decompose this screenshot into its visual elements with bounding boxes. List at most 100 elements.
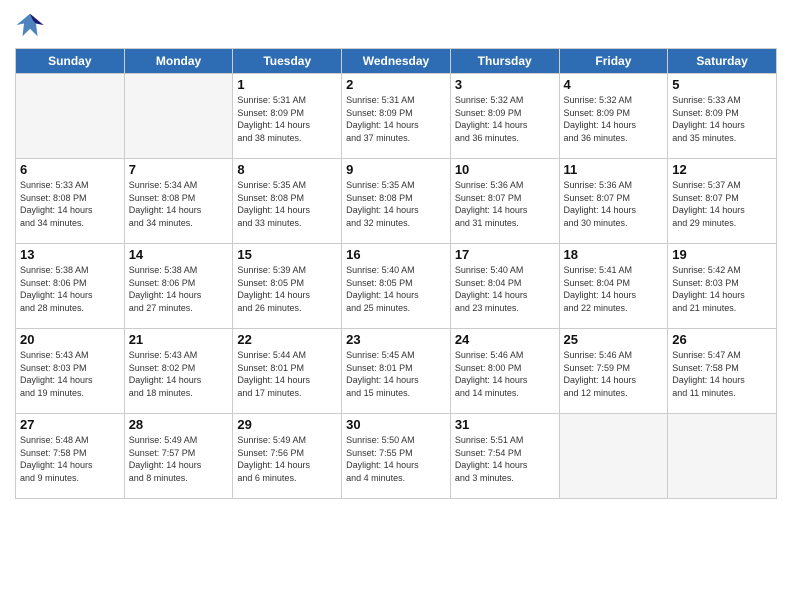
week-row-5: 27 Sunrise: 5:48 AM Sunset: 7:58 PM Dayli… [16, 414, 777, 499]
calendar-cell: 9Sunrise: 5:35 AM Sunset: 8:08 PM Daylig… [342, 159, 451, 244]
day-info: Sunrise: 5:46 AM Sunset: 7:59 PM Dayligh… [564, 349, 664, 399]
day-number: 4 [564, 77, 664, 92]
day-info: Sunrise: 5:43 AM Sunset: 8:03 PM Dayligh… [20, 349, 120, 399]
calendar-cell: 3 Sunrise: 5:32 AM Sunset: 8:09 PM Daylig… [450, 74, 559, 159]
day-number: 11 [564, 162, 664, 177]
day-number: 14 [129, 247, 229, 262]
calendar-cell: 17 Sunrise: 5:40 AM Sunset: 8:04 PM Dayli… [450, 244, 559, 329]
day-info: Sunrise: 5:31 AM Sunset: 8:09 PM Dayligh… [346, 94, 446, 144]
calendar-cell: 19 Sunrise: 5:42 AM Sunset: 8:03 PM Dayli… [668, 244, 777, 329]
day-info: Sunrise: 5:36 AM Sunset: 8:07 PM Dayligh… [455, 179, 555, 229]
day-number: 7 [129, 162, 229, 177]
logo-icon [15, 10, 45, 40]
day-number: 13 [20, 247, 120, 262]
day-number: 20 [20, 332, 120, 347]
calendar-cell: 15 Sunrise: 5:39 AM Sunset: 8:05 PM Dayli… [233, 244, 342, 329]
day-info: Sunrise: 5:46 AM Sunset: 8:00 PM Dayligh… [455, 349, 555, 399]
calendar-cell: 5 Sunrise: 5:33 AM Sunset: 8:09 PM Daylig… [668, 74, 777, 159]
calendar-cell [124, 74, 233, 159]
day-info: Sunrise: 5:43 AM Sunset: 8:02 PM Dayligh… [129, 349, 229, 399]
calendar-cell: 8Sunrise: 5:35 AM Sunset: 8:08 PM Daylig… [233, 159, 342, 244]
calendar-cell: 30 Sunrise: 5:50 AM Sunset: 7:55 PM Dayli… [342, 414, 451, 499]
calendar-table: SundayMondayTuesdayWednesdayThursdayFrid… [15, 48, 777, 499]
day-info: Sunrise: 5:31 AM Sunset: 8:09 PM Dayligh… [237, 94, 337, 144]
page-container: SundayMondayTuesdayWednesdayThursdayFrid… [0, 0, 792, 509]
calendar-cell: 1 Sunrise: 5:31 AM Sunset: 8:09 PM Daylig… [233, 74, 342, 159]
week-row-3: 13 Sunrise: 5:38 AM Sunset: 8:06 PM Dayli… [16, 244, 777, 329]
calendar-cell: 29 Sunrise: 5:49 AM Sunset: 7:56 PM Dayli… [233, 414, 342, 499]
calendar-cell: 13Sunrise: 5:38 AM Sunset: 8:06 PM Dayli… [16, 244, 125, 329]
calendar-cell: 28 Sunrise: 5:49 AM Sunset: 7:57 PM Dayli… [124, 414, 233, 499]
day-number: 5 [672, 77, 772, 92]
day-info: Sunrise: 5:45 AM Sunset: 8:01 PM Dayligh… [346, 349, 446, 399]
day-number: 17 [455, 247, 555, 262]
calendar-cell: 23 Sunrise: 5:45 AM Sunset: 8:01 PM Dayli… [342, 329, 451, 414]
calendar-cell: 2 Sunrise: 5:31 AM Sunset: 8:09 PM Daylig… [342, 74, 451, 159]
day-number: 18 [564, 247, 664, 262]
day-info: Sunrise: 5:49 AM Sunset: 7:56 PM Dayligh… [237, 434, 337, 484]
calendar-cell: 31Sunrise: 5:51 AM Sunset: 7:54 PM Dayli… [450, 414, 559, 499]
day-number: 28 [129, 417, 229, 432]
day-number: 22 [237, 332, 337, 347]
col-header-saturday: Saturday [668, 49, 777, 74]
col-header-friday: Friday [559, 49, 668, 74]
calendar-cell: 12Sunrise: 5:37 AM Sunset: 8:07 PM Dayli… [668, 159, 777, 244]
day-info: Sunrise: 5:32 AM Sunset: 8:09 PM Dayligh… [455, 94, 555, 144]
day-number: 23 [346, 332, 446, 347]
day-info: Sunrise: 5:40 AM Sunset: 8:05 PM Dayligh… [346, 264, 446, 314]
day-number: 31 [455, 417, 555, 432]
day-info: Sunrise: 5:48 AM Sunset: 7:58 PM Dayligh… [20, 434, 120, 484]
calendar-cell: 16 Sunrise: 5:40 AM Sunset: 8:05 PM Dayli… [342, 244, 451, 329]
day-number: 19 [672, 247, 772, 262]
day-info: Sunrise: 5:50 AM Sunset: 7:55 PM Dayligh… [346, 434, 446, 484]
day-info: Sunrise: 5:44 AM Sunset: 8:01 PM Dayligh… [237, 349, 337, 399]
col-header-monday: Monday [124, 49, 233, 74]
day-info: Sunrise: 5:49 AM Sunset: 7:57 PM Dayligh… [129, 434, 229, 484]
calendar-cell: 24 Sunrise: 5:46 AM Sunset: 8:00 PM Dayli… [450, 329, 559, 414]
calendar-cell [559, 414, 668, 499]
day-info: Sunrise: 5:39 AM Sunset: 8:05 PM Dayligh… [237, 264, 337, 314]
day-number: 3 [455, 77, 555, 92]
day-info: Sunrise: 5:36 AM Sunset: 8:07 PM Dayligh… [564, 179, 664, 229]
day-number: 29 [237, 417, 337, 432]
day-number: 21 [129, 332, 229, 347]
day-number: 16 [346, 247, 446, 262]
calendar-cell: 25 Sunrise: 5:46 AM Sunset: 7:59 PM Dayli… [559, 329, 668, 414]
day-info: Sunrise: 5:47 AM Sunset: 7:58 PM Dayligh… [672, 349, 772, 399]
calendar-cell: 4 Sunrise: 5:32 AM Sunset: 8:09 PM Daylig… [559, 74, 668, 159]
calendar-cell: 14 Sunrise: 5:38 AM Sunset: 8:06 PM Dayli… [124, 244, 233, 329]
day-number: 15 [237, 247, 337, 262]
calendar-header-row: SundayMondayTuesdayWednesdayThursdayFrid… [16, 49, 777, 74]
week-row-2: 6 Sunrise: 5:33 AM Sunset: 8:08 PM Daylig… [16, 159, 777, 244]
day-number: 10 [455, 162, 555, 177]
day-info: Sunrise: 5:35 AM Sunset: 8:08 PM Dayligh… [346, 179, 446, 229]
calendar-cell [668, 414, 777, 499]
col-header-wednesday: Wednesday [342, 49, 451, 74]
day-number: 25 [564, 332, 664, 347]
calendar-cell: 22 Sunrise: 5:44 AM Sunset: 8:01 PM Dayli… [233, 329, 342, 414]
week-row-4: 20 Sunrise: 5:43 AM Sunset: 8:03 PM Dayli… [16, 329, 777, 414]
day-info: Sunrise: 5:34 AM Sunset: 8:08 PM Dayligh… [129, 179, 229, 229]
calendar-cell: 10 Sunrise: 5:36 AM Sunset: 8:07 PM Dayli… [450, 159, 559, 244]
day-number: 12 [672, 162, 772, 177]
day-number: 1 [237, 77, 337, 92]
day-info: Sunrise: 5:42 AM Sunset: 8:03 PM Dayligh… [672, 264, 772, 314]
calendar-cell: 6 Sunrise: 5:33 AM Sunset: 8:08 PM Daylig… [16, 159, 125, 244]
day-number: 24 [455, 332, 555, 347]
day-info: Sunrise: 5:38 AM Sunset: 8:06 PM Dayligh… [129, 264, 229, 314]
week-row-1: 1 Sunrise: 5:31 AM Sunset: 8:09 PM Daylig… [16, 74, 777, 159]
calendar-cell: 7 Sunrise: 5:34 AM Sunset: 8:08 PM Daylig… [124, 159, 233, 244]
day-number: 6 [20, 162, 120, 177]
day-info: Sunrise: 5:33 AM Sunset: 8:08 PM Dayligh… [20, 179, 120, 229]
day-info: Sunrise: 5:40 AM Sunset: 8:04 PM Dayligh… [455, 264, 555, 314]
day-number: 2 [346, 77, 446, 92]
calendar-cell: 21 Sunrise: 5:43 AM Sunset: 8:02 PM Dayli… [124, 329, 233, 414]
day-number: 30 [346, 417, 446, 432]
day-info: Sunrise: 5:32 AM Sunset: 8:09 PM Dayligh… [564, 94, 664, 144]
day-info: Sunrise: 5:33 AM Sunset: 8:09 PM Dayligh… [672, 94, 772, 144]
calendar-cell [16, 74, 125, 159]
calendar-cell: 20 Sunrise: 5:43 AM Sunset: 8:03 PM Dayli… [16, 329, 125, 414]
day-number: 27 [20, 417, 120, 432]
calendar-cell: 26Sunrise: 5:47 AM Sunset: 7:58 PM Dayli… [668, 329, 777, 414]
day-number: 8 [237, 162, 337, 177]
